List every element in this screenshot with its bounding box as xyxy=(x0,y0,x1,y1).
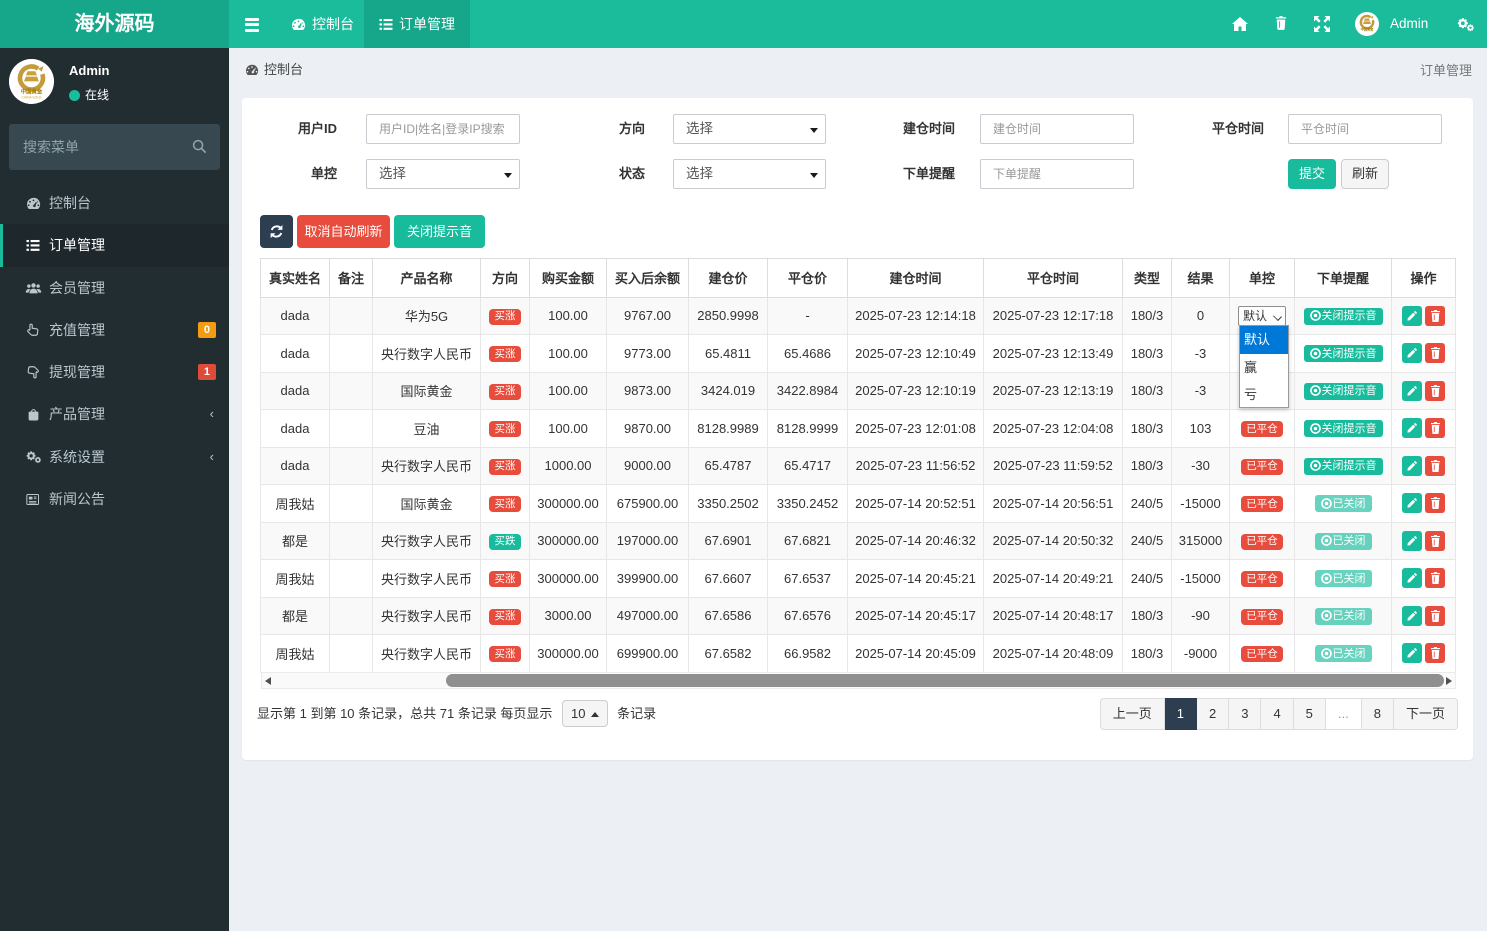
svg-text:中国黄金: 中国黄金 xyxy=(21,88,43,96)
svg-text:中国黄金: 中国黄金 xyxy=(1361,26,1375,31)
svg-text:CHINA GOLD: CHINA GOLD xyxy=(22,95,42,99)
